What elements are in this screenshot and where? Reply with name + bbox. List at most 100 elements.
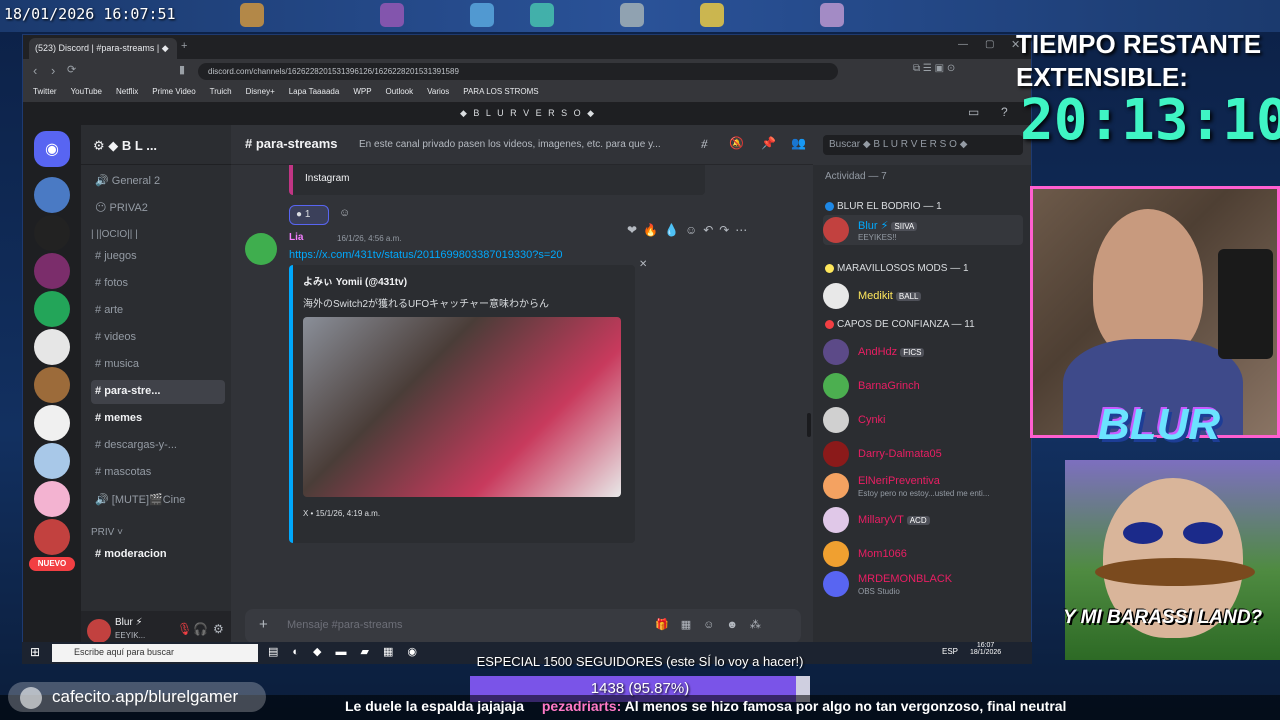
taskbar-clock[interactable]: 16:07 18/1/2026 <box>970 642 1001 656</box>
member-item[interactable]: Darry-Dalmata05 <box>823 439 1023 469</box>
minimize-icon[interactable]: — <box>958 39 968 50</box>
author-name[interactable]: Lia <box>289 232 303 243</box>
search-input[interactable]: Buscar ◆ B L U R V E R S O ◆ <box>823 135 1023 155</box>
voice-channel-priva2[interactable]: 😶 PRIVA2 <box>91 196 225 220</box>
channel-fotos[interactable]: # fotos <box>91 272 225 296</box>
bookmark-icon[interactable]: ▮ <box>179 63 185 76</box>
tweet-image[interactable] <box>303 317 621 497</box>
channel-moderacion[interactable]: # moderacion <box>91 543 225 567</box>
tweet-link[interactable]: https://x.com/431tv/status/2011699803387… <box>289 249 562 261</box>
server-icon[interactable] <box>34 177 70 213</box>
inbox-icon[interactable]: ▭ <box>968 105 979 119</box>
bookmark-item[interactable]: Disney+ <box>246 87 275 98</box>
category-ocio[interactable]: | ||OCIO|| | <box>91 229 138 240</box>
member-name: Mom1066 <box>858 548 907 560</box>
server-header[interactable]: ⚙ ◆ B L ... <box>81 125 231 165</box>
channel-mascotas[interactable]: # mascotas <box>91 461 225 485</box>
bookmark-item[interactable]: PARA LOS STROMS <box>463 87 538 98</box>
member-item[interactable]: AndHdz FICS <box>823 337 1023 367</box>
voice-channel-general2[interactable]: 🔊 General 2 <box>91 169 225 193</box>
server-icon[interactable] <box>34 329 70 365</box>
bookmark-item[interactable]: Twitter <box>33 87 57 98</box>
bookmark-item[interactable]: Varios <box>427 87 449 98</box>
pixel-sprite <box>820 3 844 27</box>
discord-home-icon[interactable]: ◉ <box>34 131 70 167</box>
avatar[interactable] <box>87 619 111 643</box>
close-embed-icon[interactable]: ✕ <box>639 259 647 270</box>
channel-arte[interactable]: # arte <box>91 299 225 323</box>
new-tab-icon[interactable]: + <box>181 40 187 52</box>
server-icon[interactable] <box>34 291 70 327</box>
member-item[interactable]: BarnaGrinch <box>823 371 1023 401</box>
streamer-logo: BLUR <box>1098 400 1221 449</box>
channel-memes[interactable]: # memes <box>91 407 225 431</box>
members-icon[interactable]: 👥 <box>791 136 806 150</box>
threads-icon[interactable]: ⧣ <box>701 136 708 151</box>
mic-muted-icon[interactable]: 🎙 <box>177 622 192 636</box>
voice-channel-cine[interactable]: 🔊 [MUTE]🎬Cine <box>91 488 225 512</box>
member-item[interactable]: Cynki <box>823 405 1023 435</box>
headphones-icon[interactable]: 🎧 <box>193 622 208 636</box>
channel-topic[interactable]: En este canal privado pasen los videos, … <box>359 139 689 150</box>
extensions-icon[interactable]: ⧉ ☰ ▣ ⊙ <box>913 63 955 74</box>
server-icon[interactable] <box>34 253 70 289</box>
stream-overlay: 18/01/2026 16:07:51 (523) Discord | #par… <box>0 0 1280 720</box>
server-icon[interactable] <box>34 405 70 441</box>
member-item[interactable]: MillaryVT ACD <box>823 505 1023 535</box>
add-attachment-icon[interactable]: + <box>259 616 268 633</box>
bookmark-item[interactable]: YouTube <box>71 87 102 98</box>
url-field[interactable]: discord.com/channels/1626228201531396126… <box>198 63 838 80</box>
message-input[interactable]: + Mensaje #para-streams 🎁▦☺☻⁂ <box>245 609 801 643</box>
add-reaction-icon[interactable]: ☺ <box>339 207 350 219</box>
channel-juegos[interactable]: # juegos <box>91 245 225 269</box>
instagram-label: Instagram <box>305 173 350 184</box>
bookmark-item[interactable]: Prime Video <box>152 87 195 98</box>
server-icon[interactable] <box>34 367 70 403</box>
category-priv[interactable]: PRIV ˅ <box>91 527 123 538</box>
channel-musica[interactable]: # musica <box>91 353 225 377</box>
member-item[interactable]: MRDEMONBLACK OBS Studio <box>823 569 1023 599</box>
embed-text: 海外のSwitch2が獲れるUFOキャッチャー意味わからん <box>303 299 550 310</box>
taskbar-search[interactable]: Escribe aquí para buscar <box>52 644 258 662</box>
bookmark-item[interactable]: Outlook <box>386 87 414 98</box>
member-item[interactable]: ElNeriPreventiva Estoy pero no estoy...u… <box>823 471 1023 501</box>
server-icon[interactable] <box>34 215 70 251</box>
channel-para-streams[interactable]: # para-stre... <box>91 380 225 404</box>
member-item[interactable]: Medikit BALL <box>823 281 1023 311</box>
tab-bar: (523) Discord | #para-streams | ◆ + — ▢ … <box>23 35 1031 59</box>
channel-descargas[interactable]: # descargas-y-... <box>91 434 225 458</box>
channel-label: fotos <box>104 277 129 289</box>
server-icon[interactable] <box>34 519 70 555</box>
bookmark-item[interactable]: Lapa Taaaada <box>289 87 340 98</box>
server-icon[interactable] <box>34 481 70 517</box>
pixel-sprite <box>470 3 494 27</box>
author-avatar[interactable] <box>245 233 277 265</box>
help-icon[interactable]: ? <box>1001 105 1008 119</box>
forward-icon[interactable]: › <box>51 63 55 78</box>
activity-header[interactable]: Actividad — 7 <box>825 171 887 182</box>
taskbar-lang[interactable]: ESP <box>942 647 958 656</box>
composer-tools-icon[interactable]: 🎁▦☺☻⁂ <box>655 618 773 631</box>
message-placeholder: Mensaje #para-streams <box>287 619 403 631</box>
windows-start-icon[interactable]: ⊞ <box>30 645 40 659</box>
chat-scrollbar[interactable] <box>807 413 811 437</box>
server-icon[interactable] <box>34 443 70 479</box>
back-icon[interactable]: ‹ <box>33 63 37 78</box>
embed-author[interactable]: よみぃ Yomii (@431tv) <box>303 273 407 288</box>
member-item[interactable]: Blur ⚡ SIIVA EEYIKES!! <box>823 215 1023 245</box>
channel-videos[interactable]: # videos <box>91 326 225 350</box>
browser-tab-discord[interactable]: (523) Discord | #para-streams | ◆ <box>29 38 177 59</box>
message-actions[interactable]: ❤🔥💧☺↶↷⋯ <box>627 223 753 237</box>
reload-icon[interactable]: ⟳ <box>67 63 76 76</box>
settings-icon[interactable]: ⚙ <box>213 622 224 636</box>
member-item[interactable]: Mom1066 <box>823 539 1023 569</box>
pin-icon[interactable]: 📌 <box>761 136 776 150</box>
reaction-chip[interactable]: ● 1 <box>289 205 329 225</box>
bookmark-item[interactable]: Netflix <box>116 87 138 98</box>
ticker-user: pezadriarts: <box>541 698 622 714</box>
taskbar-apps-icon[interactable]: ▤◐◆▬▰▦◉ <box>268 645 431 658</box>
bookmark-item[interactable]: WPP <box>353 87 371 98</box>
maximize-icon[interactable]: ▢ <box>985 39 994 50</box>
notifications-icon[interactable]: 🔕 <box>729 136 744 150</box>
bookmark-item[interactable]: Truich <box>210 87 232 98</box>
